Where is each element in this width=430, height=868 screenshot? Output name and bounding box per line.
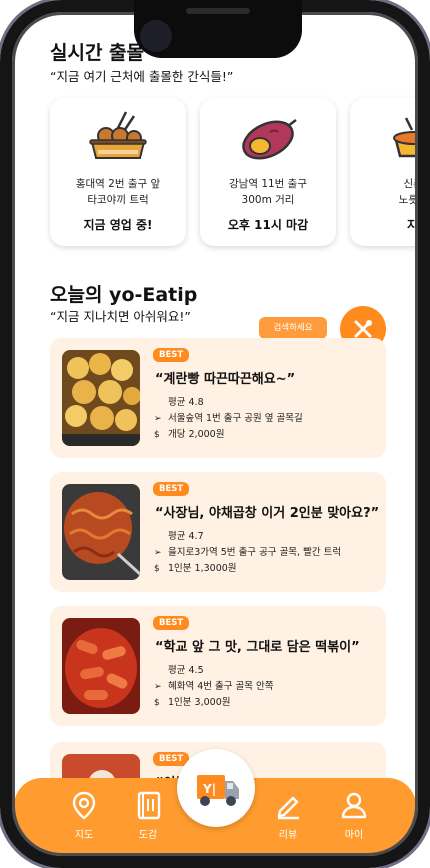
sweet-potato-icon — [200, 110, 336, 166]
eatip-card[interactable]: BEST “계란빵 따끈따끈해요~” 평균 4.8 ➢ 서울숲역 1번 출구 공원… — [50, 338, 386, 458]
location-arrow-icon: ➢ — [154, 414, 162, 424]
pen-icon — [277, 796, 299, 820]
tab-review[interactable]: 리뷰 — [258, 790, 318, 841]
svg-text:Y|: Y| — [202, 782, 216, 796]
live-card-status: 지금 영업 중! — [83, 218, 153, 232]
eatip-card[interactable]: BEST “사장님, 야채곱창 이거 2인분 맞아요?” 평균 4.7 ➢ 을지로… — [50, 472, 386, 592]
live-card-status: 오후 11시 마감 — [227, 218, 309, 232]
eatip-card-location: ➢ 혜화역 4번 출구 골목 안쪽 — [154, 678, 274, 692]
live-section-title: 실시간 출몰 — [50, 42, 145, 64]
location-text: 혜화역 4번 출구 골목 안쪽 — [168, 681, 274, 692]
tab-map[interactable]: 지도 — [54, 790, 114, 841]
live-card[interactable]: 강남역 11번 출구 300m 거리 오후 11시 마감 — [200, 98, 336, 246]
eatip-card-title: “학교 앞 그 맛, 그대로 담은 떡볶이” — [155, 640, 360, 655]
eatip-card-rating: 평균 4.7 — [168, 531, 204, 542]
front-camera — [140, 20, 172, 52]
search-tooltip[interactable]: 검색하세요 — [259, 317, 327, 339]
dollar-icon: $ — [154, 430, 160, 440]
phone-volume-down — [0, 304, 5, 366]
price-text: 개당 2,000원 — [168, 429, 225, 440]
eatip-card-location: ➢ 서울숲역 1번 출구 공원 옆 골목길 — [154, 410, 303, 424]
location-text: 을지로3가역 5번 출구 공구 골목, 빨간 트럭 — [168, 547, 342, 558]
tab-my[interactable]: 마이 — [324, 790, 384, 841]
eatip-card-rating: 평균 4.5 — [168, 665, 204, 676]
eatip-card-price: $1인분 1,3000원 — [154, 560, 237, 574]
eatip-card-title: “사장님, 야채곱창 이거 2인분 맞아요?” — [155, 506, 380, 521]
tab-label: 리뷰 — [278, 830, 298, 841]
food-truck-icon: Y| — [197, 775, 239, 806]
live-card[interactable]: 홍대역 2번 출구 앞 타코야끼 트럭 지금 영업 중! — [50, 98, 186, 246]
tab-label: 마이 — [344, 830, 364, 841]
food-icon — [350, 110, 416, 166]
best-badge: BEST — [153, 616, 190, 630]
eatip-card-rating: 평균 4.8 — [168, 397, 204, 408]
best-badge: BEST — [153, 348, 190, 362]
egg-bread-photo — [62, 350, 140, 446]
eatip-section-title: 오늘의 yo-Eatip — [50, 284, 198, 306]
tab-book[interactable]: 도감 — [118, 790, 178, 841]
live-section-subtitle: “지금 여기 근처에 출몰한 간식들!” — [50, 69, 234, 84]
app-screen: 실시간 출몰 “지금 여기 근처에 출몰한 간식들!” 홍대역 2번 출구 앞 … — [14, 14, 416, 854]
phone-power-button — [425, 260, 430, 360]
user-icon — [341, 792, 367, 819]
tteokbokki-photo — [62, 618, 140, 714]
map-pin-icon — [72, 791, 96, 820]
eatip-card-price: $ 개당 2,000원 — [154, 426, 224, 440]
phone-side-button — [0, 170, 5, 210]
takoyaki-icon — [50, 110, 186, 166]
eatip-card[interactable]: BEST “학교 앞 그 맛, 그대로 담은 떡볶이” 평균 4.5 ➢ 혜화역 … — [50, 606, 386, 726]
food-truck-button[interactable]: Y| — [177, 749, 255, 827]
dollar-icon: $ — [154, 564, 160, 574]
live-card-desc: 강남역 11번 출구 300m 거리 — [229, 178, 307, 206]
live-card-status: 지금 — [406, 218, 416, 232]
dollar-icon: $ — [154, 698, 160, 708]
price-text: 1인분 1,3000원 — [168, 563, 237, 574]
tab-label: 도감 — [138, 830, 158, 841]
eatip-section-subtitle: “지금 지나치면 아쉬워요!” — [50, 309, 191, 324]
eatip-card-location: ➢ 을지로3가역 5번 출구 공구 골목, 빨간 트럭 — [154, 544, 341, 558]
live-card-desc: 홍대역 2번 출구 앞 타코야끼 트럭 — [75, 178, 161, 206]
live-card-desc: 신촌역 노릇노릇 — [398, 178, 416, 206]
gopchang-photo — [62, 484, 140, 580]
location-arrow-icon: ➢ — [154, 548, 162, 558]
tab-label: 지도 — [74, 830, 94, 841]
eatip-card-price: $1인분 3,000원 — [154, 694, 230, 708]
book-icon — [137, 791, 161, 820]
phone-volume-up — [0, 228, 5, 290]
price-text: 1인분 3,000원 — [168, 697, 231, 708]
eatip-card-title: “계란빵 따끈따끈해요~” — [155, 372, 296, 387]
location-text: 서울숲역 1번 출구 공원 옆 골목길 — [168, 413, 303, 424]
location-arrow-icon: ➢ — [154, 682, 162, 692]
speaker-grille — [186, 8, 250, 14]
best-badge: BEST — [153, 482, 190, 496]
live-card[interactable]: 신촌역 노릇노릇 지금 — [350, 98, 416, 246]
